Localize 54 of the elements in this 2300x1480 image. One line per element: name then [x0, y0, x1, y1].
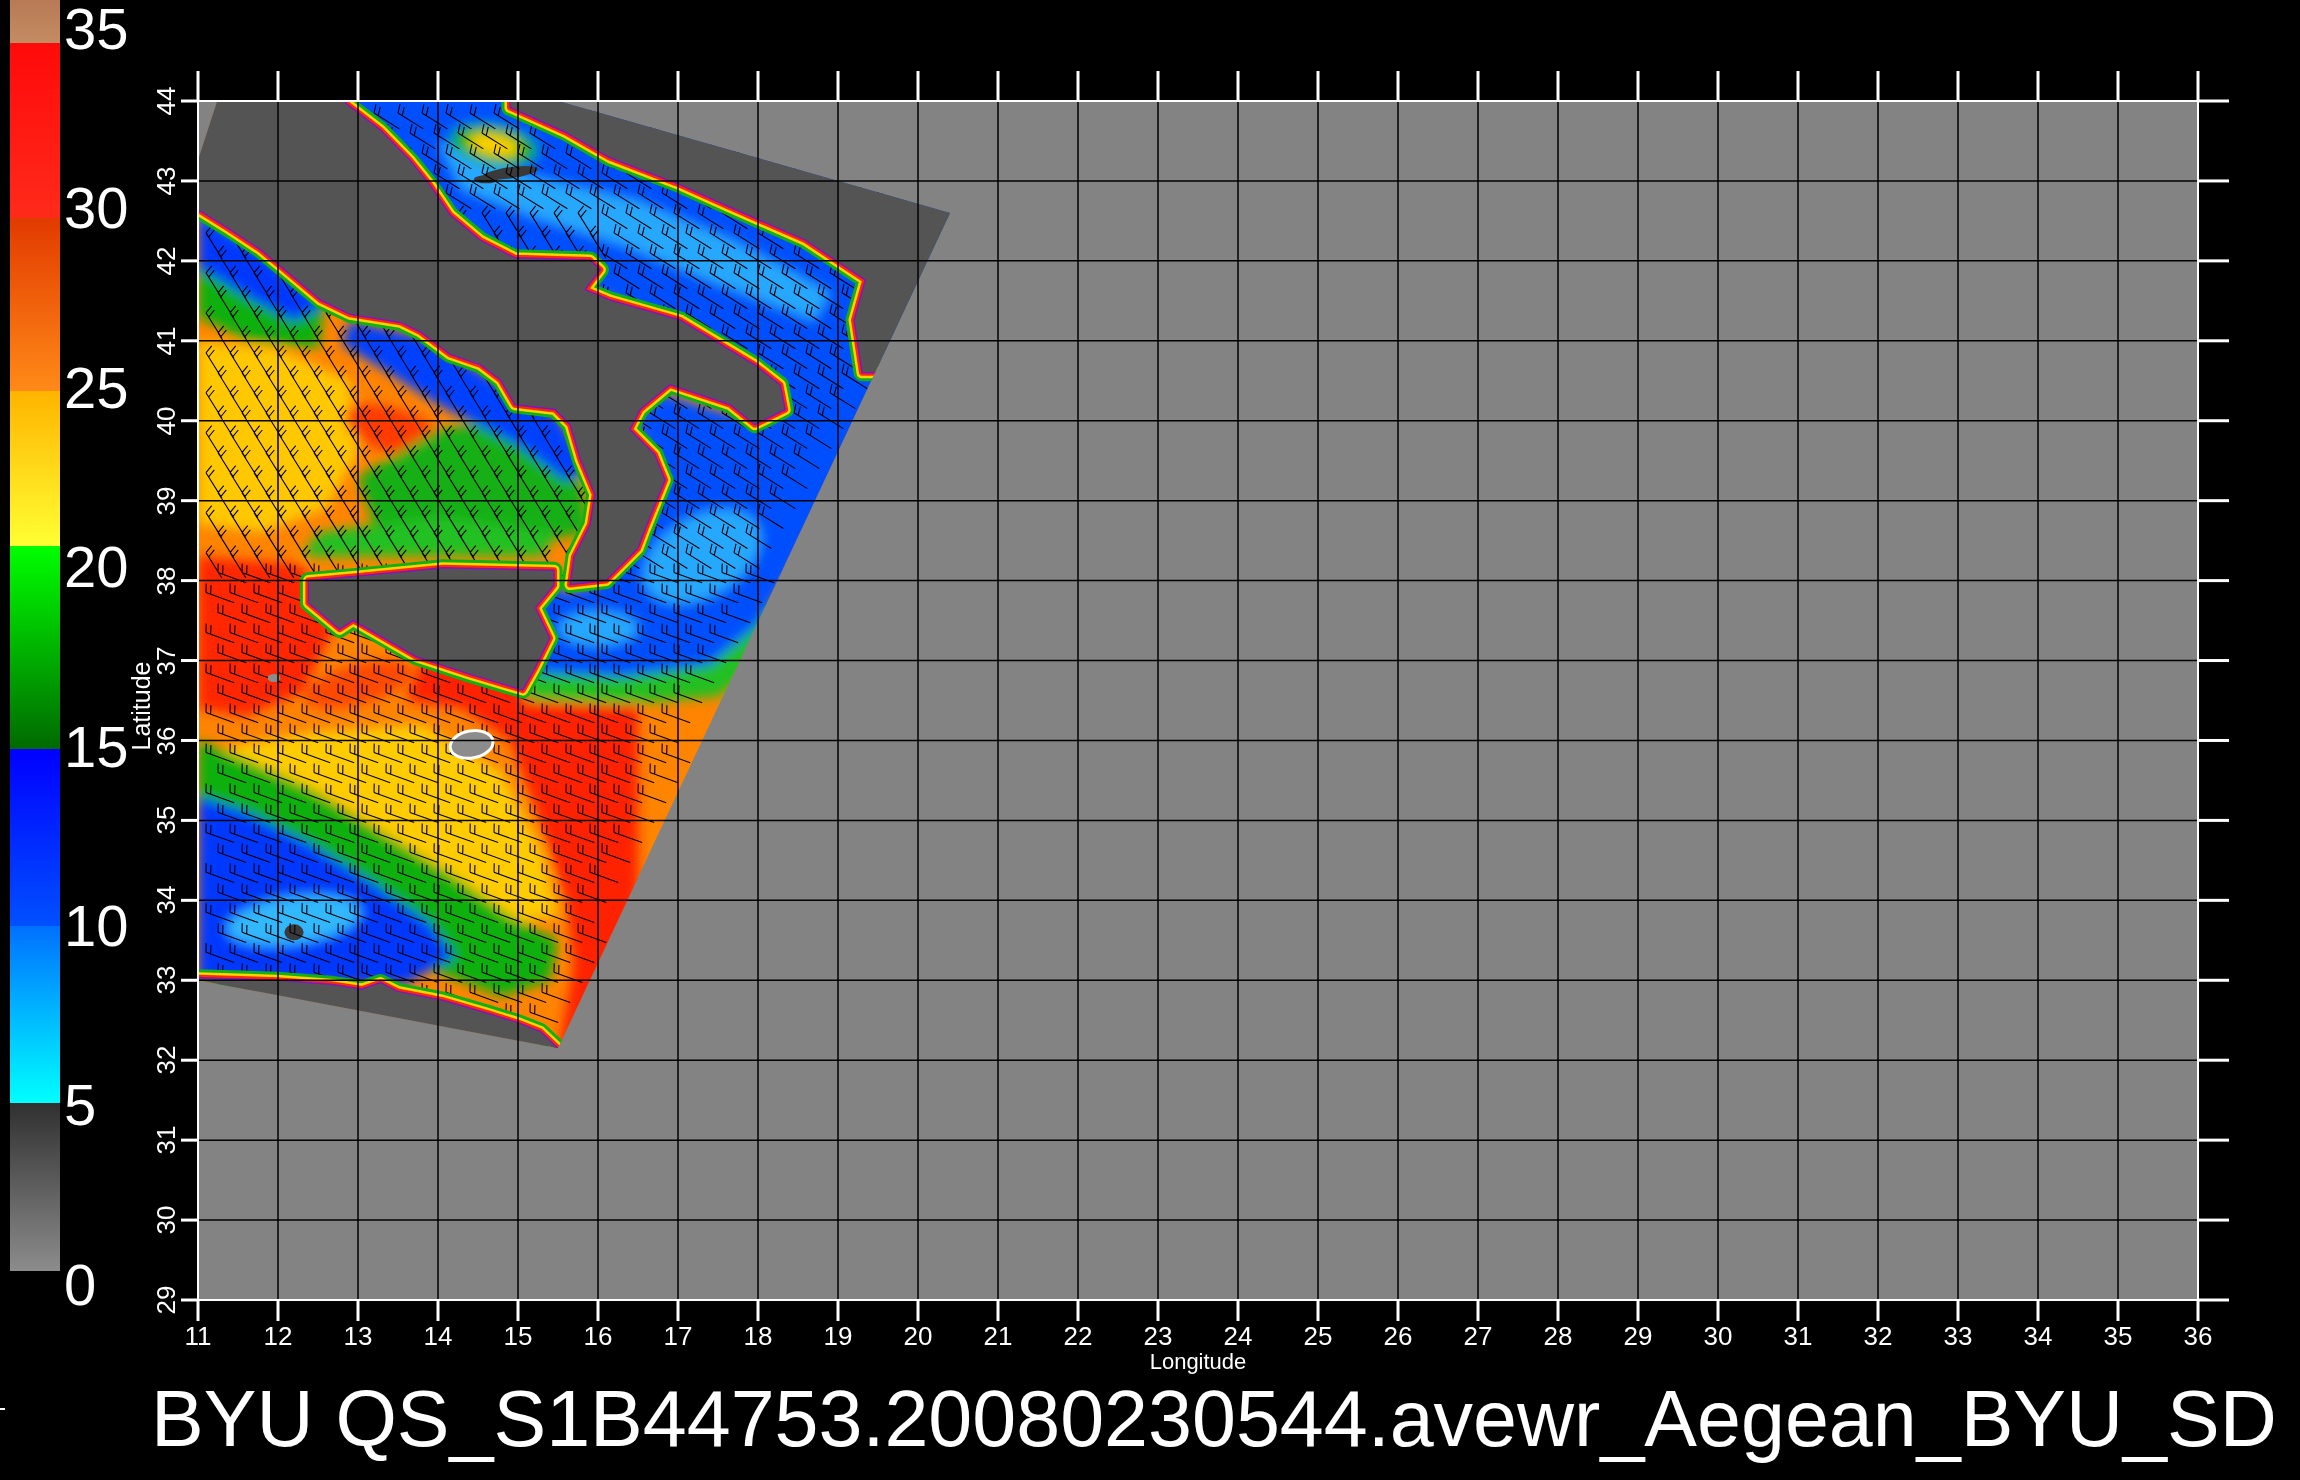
longitude-tick-label: 27: [1463, 1323, 1493, 1349]
latitude-tick-label: 32: [153, 1045, 179, 1075]
longitude-tick-label: 25: [1303, 1323, 1333, 1349]
latitude-tick-label: 39: [153, 486, 179, 516]
longitude-tick-label: 21: [983, 1323, 1013, 1349]
longitude-tick-label: 17: [663, 1323, 693, 1349]
longitude-tick-label: 11: [184, 1323, 212, 1349]
longitude-tick-label: 20: [903, 1323, 933, 1349]
latitude-tick-label: 43: [153, 166, 179, 196]
latitude-tick-label: 30: [153, 1205, 179, 1235]
latitude-tick-label: 29: [153, 1285, 179, 1315]
longitude-tick-label: 33: [1943, 1323, 1973, 1349]
longitude-tick-label: 13: [343, 1323, 373, 1349]
latitude-tick-label: 44: [153, 86, 179, 116]
latitude-tick-label: 34: [153, 885, 179, 915]
longitude-tick-label: 31: [1783, 1323, 1813, 1349]
longitude-tick-label: 23: [1143, 1323, 1173, 1349]
longitude-tick-label: 16: [583, 1323, 613, 1349]
color-scale-label: 15: [64, 717, 129, 776]
latitude-tick-label: 37: [153, 646, 179, 675]
latitude-tick-label: 35: [153, 805, 179, 835]
longitude-tick-label: 15: [503, 1323, 533, 1349]
longitude-tick-label: 36: [2183, 1323, 2213, 1349]
longitude-tick-label: 30: [1703, 1323, 1733, 1349]
longitude-tick-label: 29: [1623, 1323, 1653, 1349]
longitude-tick-label: 19: [823, 1323, 853, 1349]
color-scale-label: 25: [64, 358, 129, 417]
longitude-tick-label: 14: [423, 1323, 453, 1349]
latitude-axis-title: Latitude: [128, 661, 154, 751]
longitude-tick-label: 12: [263, 1323, 293, 1349]
longitude-tick-label: 18: [743, 1323, 773, 1349]
dash-mark: [0, 1408, 5, 1410]
longitude-tick-label: 28: [1543, 1323, 1573, 1349]
latitude-tick-label: 41: [153, 326, 179, 356]
color-scale-label: 0: [64, 1255, 97, 1314]
latitude-tick-label: 42: [153, 246, 179, 276]
latitude-tick-label: 36: [153, 726, 179, 755]
longitude-tick-label: 32: [1863, 1323, 1893, 1349]
color-scale-label: 10: [64, 897, 129, 955]
latitude-tick-label: 38: [153, 566, 179, 596]
color-scale-label: 35: [64, 0, 129, 58]
color-scale-label: 5: [64, 1076, 97, 1135]
longitude-tick-label: 35: [2103, 1323, 2133, 1349]
color-scale-label: 30: [64, 179, 129, 238]
latitude-tick-label: 33: [153, 965, 179, 995]
color-scale-label: 20: [64, 538, 129, 597]
latitude-tick-label: 40: [153, 406, 179, 436]
map-title: BYU QS_S1B44753.20080230544.avewr_Aegean_BYU_SD: [151, 1374, 2277, 1465]
longitude-tick-label: 26: [1383, 1323, 1413, 1349]
longitude-axis-title: Longitude: [1149, 1349, 1247, 1375]
latitude-tick-label: 31: [153, 1125, 179, 1155]
longitude-tick-label: 24: [1223, 1323, 1253, 1349]
longitude-tick-label: 34: [2023, 1323, 2053, 1349]
longitude-tick-label: 22: [1063, 1323, 1093, 1349]
